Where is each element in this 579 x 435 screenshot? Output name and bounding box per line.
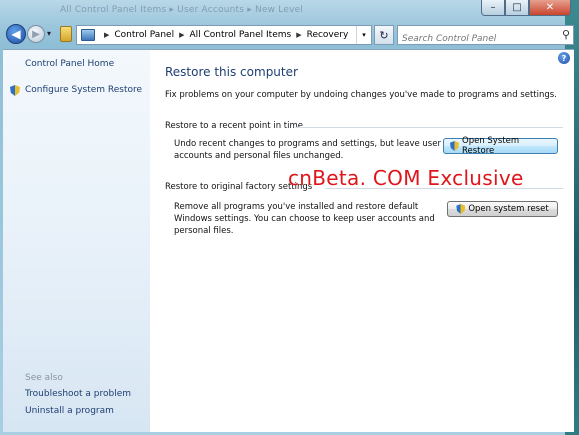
- sidebar-item-configure-system-restore[interactable]: Configure System Restore: [25, 85, 142, 95]
- folder-icon[interactable]: [60, 26, 72, 42]
- see-also-troubleshoot-link[interactable]: Troubleshoot a problem: [25, 389, 131, 399]
- navigation-bar: ◀ ▶ ▾ ▶ Control Panel ▶ All Control Pane…: [0, 22, 579, 48]
- sidebar-item-control-panel-home[interactable]: Control Panel Home: [25, 59, 114, 69]
- open-system-restore-button[interactable]: Open System Restore: [443, 136, 558, 156]
- section-heading-restore-point: Restore to a recent point in time: [165, 121, 303, 131]
- section-divider: [295, 127, 563, 128]
- back-button[interactable]: ◀: [6, 24, 26, 44]
- address-bar[interactable]: ▶ Control Panel ▶ All Control Panel Item…: [76, 25, 372, 45]
- breadcrumb-separator-icon[interactable]: ▶: [104, 31, 109, 39]
- open-system-reset-label: Open system reset: [468, 204, 549, 214]
- recent-pages-dropdown[interactable]: ▾: [47, 29, 51, 38]
- breadcrumb-control-panel[interactable]: Control Panel: [114, 30, 174, 40]
- close-button[interactable]: ✕: [529, 0, 571, 16]
- breadcrumb-separator-icon[interactable]: ▶: [296, 31, 301, 39]
- section-text-restore-point: Undo recent changes to programs and sett…: [174, 139, 441, 161]
- search-input[interactable]: [398, 30, 552, 48]
- see-also-uninstall-link[interactable]: Uninstall a program: [25, 406, 114, 416]
- see-also-heading: See also: [25, 373, 63, 383]
- open-system-reset-button[interactable]: Open system reset: [447, 201, 558, 217]
- shield-icon: [10, 85, 20, 96]
- breadcrumb-separator-icon[interactable]: ▶: [179, 31, 184, 39]
- page-title: Restore this computer: [165, 65, 298, 79]
- caption-buttons: – □ ✕: [481, 0, 571, 18]
- help-icon[interactable]: ?: [558, 52, 570, 64]
- search-box[interactable]: ⚲: [397, 25, 574, 48]
- open-system-restore-label: Open System Restore: [462, 136, 520, 156]
- breadcrumb-all-items[interactable]: All Control Panel Items: [189, 30, 291, 40]
- watermark-text: cnBeta. COM Exclusive: [288, 166, 524, 190]
- section-text-factory-settings: Remove all programs you've installed and…: [174, 202, 435, 236]
- search-icon[interactable]: ⚲: [562, 28, 570, 41]
- address-dropdown-icon[interactable]: ▾: [356, 26, 371, 44]
- shield-icon: [450, 141, 459, 151]
- shield-icon: [456, 204, 466, 214]
- title-bar[interactable]: All Control Panel Items ▸ User Accounts …: [0, 0, 579, 22]
- forward-button[interactable]: ▶: [27, 25, 45, 43]
- window-title: All Control Panel Items ▸ User Accounts …: [60, 5, 304, 15]
- explorer-window: All Control Panel Items ▸ User Accounts …: [0, 0, 579, 435]
- refresh-button[interactable]: ↻: [374, 25, 394, 45]
- minimize-button[interactable]: –: [481, 0, 505, 16]
- maximize-button[interactable]: □: [505, 0, 529, 16]
- page-intro: Fix problems on your computer by undoing…: [165, 90, 557, 100]
- sidebar: Control Panel Home Configure System Rest…: [3, 49, 150, 432]
- breadcrumb-recovery[interactable]: Recovery: [307, 30, 349, 40]
- control-panel-icon: [81, 29, 95, 41]
- main-content: ? Restore this computer Fix problems on …: [150, 49, 574, 432]
